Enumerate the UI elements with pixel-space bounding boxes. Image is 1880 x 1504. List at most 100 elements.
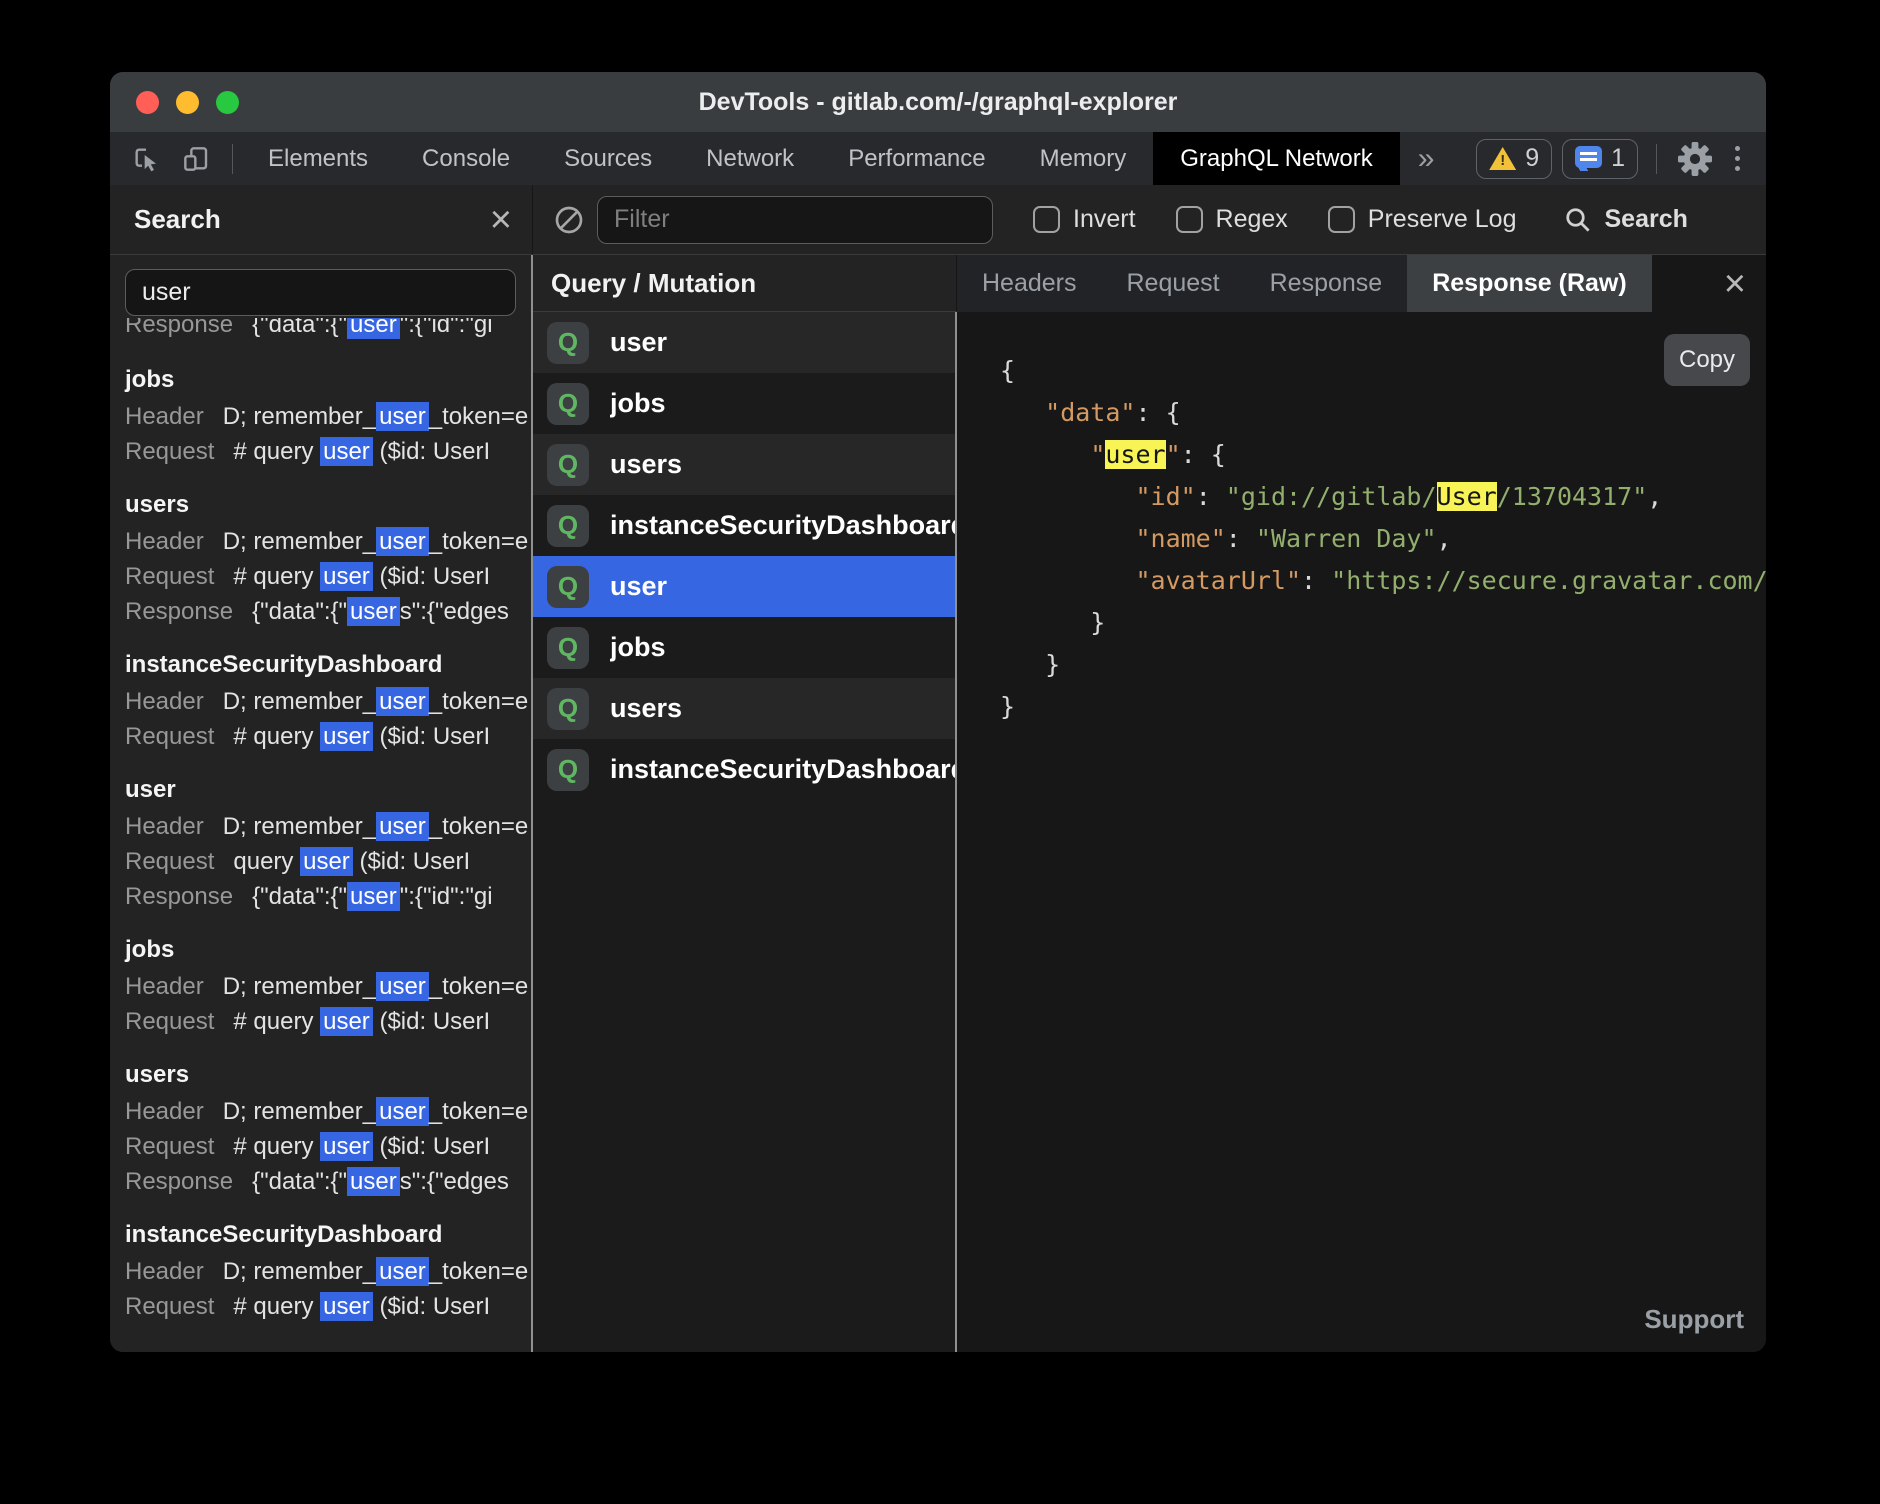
settings-gear-icon[interactable] [1675,139,1715,179]
search-match-highlight: user [376,812,429,841]
tab-network[interactable]: Network [679,132,821,185]
query-item-label: user [610,327,667,358]
json-line: "data": { [1000,392,1766,434]
network-filter-bar: Invert Regex Preserve Log Search [533,185,1766,255]
response-tab-headers[interactable]: Headers [957,255,1102,312]
result-operation-name: instanceSecurityDashboard [125,1221,531,1249]
query-type-badge: Q [547,749,589,791]
regex-checkbox-group: Regex [1176,205,1288,234]
result-operation-name: users [125,1061,531,1089]
query-item-jobs[interactable]: Qjobs [533,617,955,678]
tab-graphql-network[interactable]: GraphQL Network [1153,132,1400,185]
query-type-badge: Q [547,627,589,669]
search-result-instancesecuritydashboard[interactable]: instanceSecurityDashboard HeaderD; rememb… [125,1221,531,1324]
tab-sources[interactable]: Sources [537,132,679,185]
tab-memory[interactable]: Memory [1013,132,1154,185]
more-tabs-chevron[interactable]: » [1400,132,1453,185]
search-match-highlight: user [376,402,429,431]
clear-icon[interactable] [553,204,585,236]
json-line: "name": "Warren Day", [1000,518,1766,560]
search-match-highlight: user [347,597,400,626]
result-line-header: HeaderD; remember_user_token=e [125,1254,531,1289]
search-toggle[interactable]: Search [1563,205,1688,235]
filter-input[interactable] [597,196,993,244]
result-operation-name: instanceSecurityDashboard [125,651,531,679]
query-item-jobs[interactable]: Qjobs [533,373,955,434]
tab-console[interactable]: Console [395,132,537,185]
inspect-element-icon[interactable] [126,139,166,179]
result-line-header: HeaderD; remember_user_token=e [125,969,531,1004]
search-result-users[interactable]: usersHeaderD; remember_user_token=eReque… [125,491,531,629]
result-operation-name: jobs [125,936,531,964]
result-line-request: Request# query user ($id: UserI [125,1129,531,1164]
preserve-log-label: Preserve Log [1368,205,1517,234]
device-toolbar-icon[interactable] [176,139,216,179]
search-result-jobs[interactable]: jobs HeaderD; remember_user_token=eReques… [125,936,531,1039]
devtools-toolbar: ElementsConsoleSourcesNetworkPerformance… [110,132,1766,185]
tab-performance[interactable]: Performance [821,132,1012,185]
query-item-label: jobs [610,632,666,663]
detail-close-icon[interactable]: × [1724,265,1746,303]
result-line-label: Header [125,688,204,715]
query-list-panel: Query / Mutation QuserQjobsQusersQinstan… [533,255,957,1352]
json-line: "avatarUrl": "https://secure.gravatar.co… [1000,560,1766,602]
result-line-label: Header [125,403,204,430]
search-result-users[interactable]: usersHeaderD; remember_user_token=eReque… [125,1061,531,1199]
regex-label: Regex [1216,205,1288,234]
response-raw-json: { "data": { "user": { "id": "gid://gitla… [1000,350,1766,728]
response-tab-request[interactable]: Request [1102,255,1245,312]
zoom-window-button[interactable] [216,91,239,114]
query-item-user[interactable]: Quser [533,556,955,617]
invert-label: Invert [1073,205,1136,234]
query-item-users[interactable]: Qusers [533,678,955,739]
result-line-label: Response [125,1168,233,1195]
json-match-highlight: user [1105,440,1165,469]
clipped-result-line: Response{"data":{"user":{"id":"gi [125,318,531,344]
query-type-badge: Q [547,566,589,608]
preserve-log-checkbox[interactable] [1328,206,1355,233]
query-item-label: users [610,449,682,480]
search-match-highlight: user [376,687,429,716]
result-line-label: Request [125,1293,214,1320]
response-tabs: HeadersRequestResponseResponse (Raw) × [957,255,1766,312]
close-window-button[interactable] [136,91,159,114]
query-item-users[interactable]: Qusers [533,434,955,495]
warnings-badge[interactable]: ! 9 [1476,139,1552,179]
result-line-response: Response{"data":{"users":{"edges [125,594,531,629]
result-line-request: Request# query user ($id: UserI [125,1004,531,1039]
search-panel: Search × Response{"data":{"user":{"id":"… [110,185,533,1352]
query-list-header: Query / Mutation [533,255,957,312]
search-toggle-label: Search [1605,205,1688,234]
invert-checkbox[interactable] [1033,206,1060,233]
result-line-label: Response [125,883,233,910]
query-item-instancesecuritydashboard[interactable]: QinstanceSecurityDashboard [533,495,955,556]
kebab-menu-icon[interactable] [1725,140,1750,177]
response-tab-response[interactable]: Response [1245,255,1408,312]
search-result-user[interactable]: userHeaderD; remember_user_token=eReques… [125,776,531,914]
result-line-header: HeaderD; remember_user_token=e [125,399,531,434]
copy-button[interactable]: Copy [1664,334,1750,386]
minimize-window-button[interactable] [176,91,199,114]
result-operation-name: user [125,776,531,804]
query-item-user[interactable]: Quser [533,312,955,373]
result-line-response: Response{"data":{"user":{"id":"gi [125,318,531,342]
preserve-log-checkbox-group: Preserve Log [1328,205,1517,234]
result-line-label: Response [125,318,233,338]
search-match-highlight: user [320,1132,373,1161]
search-match-highlight: user [347,318,400,339]
response-tab-response-raw[interactable]: Response (Raw) [1407,255,1651,312]
search-close-icon[interactable]: × [490,201,512,239]
regex-checkbox[interactable] [1176,206,1203,233]
tab-elements[interactable]: Elements [241,132,395,185]
search-result-jobs[interactable]: jobsHeaderD; remember_user_token=eReques… [125,366,531,469]
query-type-badge: Q [547,444,589,486]
search-result-instancesecuritydashboard[interactable]: instanceSecurityDashboardHeaderD; rememb… [125,651,531,754]
invert-checkbox-group: Invert [1033,205,1136,234]
support-link[interactable]: Support [1644,1298,1744,1340]
search-match-highlight: user [320,1007,373,1036]
response-detail-panel: HeadersRequestResponseResponse (Raw) × {… [957,255,1766,1352]
result-line-response: Response{"data":{"user":{"id":"gi [125,879,531,914]
query-item-instancesecuritydashboard[interactable]: QinstanceSecurityDashboard [533,739,955,800]
search-input[interactable] [125,269,516,316]
issues-badge[interactable]: 1 [1562,139,1638,179]
